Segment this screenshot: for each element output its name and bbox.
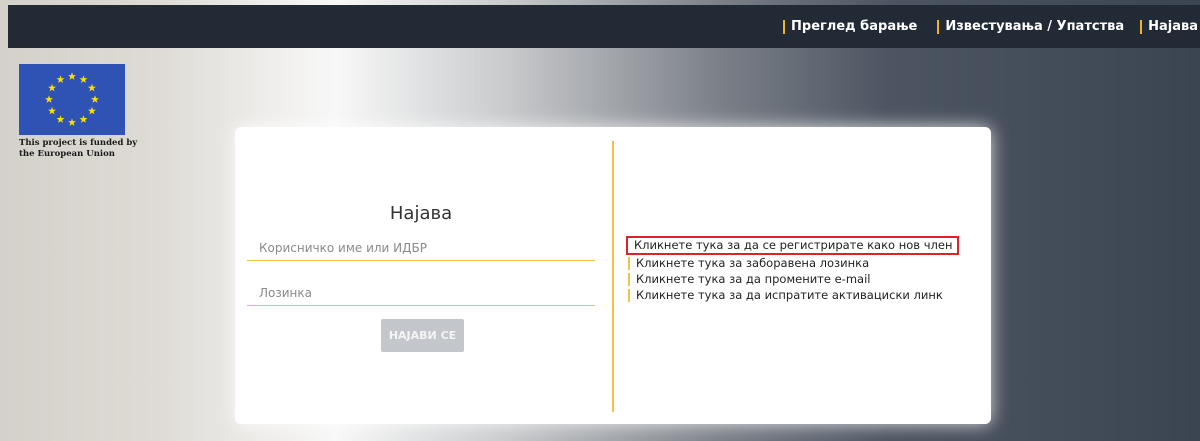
login-card: Најава НАЈАВИ СЕ Кликнете тука за да се … [235,127,991,424]
vertical-divider [612,141,614,412]
change-email-link[interactable]: Кликнете тука за да промените e-mail [628,273,988,286]
eu-caption-line-1: This project is funded by [19,138,138,148]
eu-star [48,106,57,115]
forgot-password-link[interactable]: Кликнете тука за заборавена лозинка [628,257,988,270]
eu-caption-line-2: the European Union [19,149,115,159]
eu-funding-caption: This project is funded by the European U… [19,138,149,160]
login-title: Најава [389,203,453,224]
eu-star [87,106,96,115]
register-new-member-link[interactable]: Кликнете тука за да се регистрирате како… [626,236,959,255]
eu-star [56,115,65,123]
eu-star [48,83,57,92]
eu-stars-icon [45,72,99,126]
account-links: Кликнете тука за да се регистрирате како… [626,236,988,305]
login-button[interactable]: НАЈАВИ СЕ [381,319,464,352]
resend-activation-link[interactable]: Кликнете тука за да испратите активациск… [628,289,988,302]
eu-flag-logo [19,64,125,135]
nav-links: Преглед барање Известувања / Упатства На… [783,5,1200,48]
eu-star [91,95,99,103]
eu-star [68,72,76,80]
eu-star [79,115,88,123]
password-input[interactable] [247,280,595,306]
username-input[interactable] [247,235,595,261]
nav-link-request-review[interactable]: Преглед барање [783,19,917,34]
eu-star [79,75,88,83]
top-navigation-bar: Преглед барање Известувања / Упатства На… [8,5,1200,48]
nav-link-login[interactable]: Најава [1140,19,1200,34]
eu-star [68,118,76,126]
nav-link-notifications-guides[interactable]: Известувања / Упатства [937,19,1124,34]
eu-star [56,75,65,83]
eu-star [87,83,96,92]
eu-star [45,95,53,103]
